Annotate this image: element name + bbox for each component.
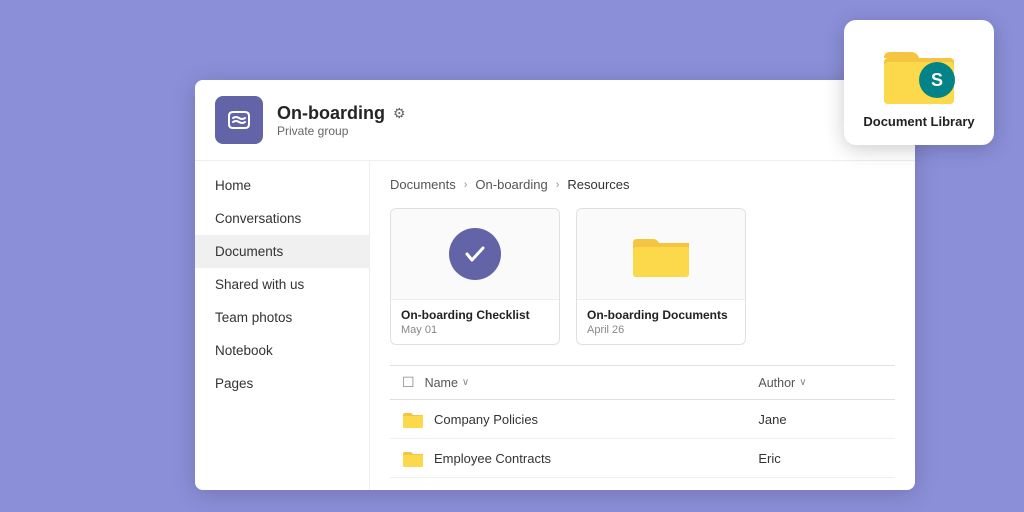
folder-icon-large bbox=[631, 229, 691, 279]
breadcrumb-resources: Resources bbox=[567, 177, 629, 192]
app-logo bbox=[215, 96, 263, 144]
app-title-group: On-boarding ⚙ Private group bbox=[277, 103, 406, 138]
app-window: On-boarding ⚙ Private group Home Convers… bbox=[195, 80, 915, 490]
file-name-cell: Company Policies bbox=[390, 400, 746, 439]
sidebar-item-documents[interactable]: Documents bbox=[195, 235, 369, 268]
checklist-icon bbox=[449, 228, 501, 280]
table-row[interactable]: Employee Contracts Eric bbox=[390, 439, 895, 478]
svg-text:S: S bbox=[931, 70, 943, 90]
file-name-3: Staff Directory bbox=[434, 490, 516, 491]
app-subtitle: Private group bbox=[277, 124, 406, 138]
doc-library-label: Document Library bbox=[863, 114, 974, 129]
settings-icon[interactable]: ⚙ bbox=[393, 105, 406, 122]
folder-icon-row-3 bbox=[402, 487, 424, 490]
card-preview-folder bbox=[577, 209, 745, 299]
breadcrumb-sep-2: › bbox=[556, 179, 560, 191]
col-header-author[interactable]: Author ∨ bbox=[746, 366, 895, 400]
file-author-3: Ursula bbox=[746, 478, 895, 491]
sidebar: Home Conversations Documents Shared with… bbox=[195, 161, 370, 490]
sidebar-item-home[interactable]: Home bbox=[195, 169, 369, 202]
sidebar-item-shared-with-us[interactable]: Shared with us bbox=[195, 268, 369, 301]
breadcrumb-onboarding[interactable]: On-boarding bbox=[475, 177, 547, 192]
file-list-header: ☐ Name ∨ Author ∨ bbox=[390, 366, 895, 400]
table-row[interactable]: Company Policies Jane bbox=[390, 400, 895, 439]
breadcrumb-documents[interactable]: Documents bbox=[390, 177, 456, 192]
card-onboarding-documents[interactable]: On-boarding Documents April 26 bbox=[576, 208, 746, 345]
cards-row: On-boarding Checklist May 01 On-boarding… bbox=[390, 208, 895, 345]
sidebar-item-pages[interactable]: Pages bbox=[195, 367, 369, 400]
card-title-folder: On-boarding Documents bbox=[587, 308, 735, 322]
card-date-checklist: May 01 bbox=[401, 324, 549, 336]
file-name-2: Employee Contracts bbox=[434, 451, 551, 466]
app-header: On-boarding ⚙ Private group bbox=[195, 80, 915, 161]
file-list: ☐ Name ∨ Author ∨ bbox=[390, 365, 895, 490]
folder-icon-row-1 bbox=[402, 409, 424, 429]
file-author-1: Jane bbox=[746, 400, 895, 439]
card-title-checklist: On-boarding Checklist bbox=[401, 308, 549, 322]
main-content: Documents › On-boarding › Resources bbox=[370, 161, 915, 490]
sidebar-item-team-photos[interactable]: Team photos bbox=[195, 301, 369, 334]
folder-icon-row-2 bbox=[402, 448, 424, 468]
file-author-2: Eric bbox=[746, 439, 895, 478]
doc-icon-header: ☐ bbox=[402, 374, 415, 391]
card-footer-folder: On-boarding Documents April 26 bbox=[577, 299, 745, 344]
app-body: Home Conversations Documents Shared with… bbox=[195, 161, 915, 490]
card-onboarding-checklist[interactable]: On-boarding Checklist May 01 bbox=[390, 208, 560, 345]
doc-library-card: S Document Library bbox=[844, 20, 994, 145]
file-list-body: Company Policies Jane bbox=[390, 400, 895, 491]
col-header-name[interactable]: ☐ Name ∨ bbox=[390, 366, 746, 400]
col-author-sort-icon: ∨ bbox=[799, 377, 806, 388]
sidebar-item-conversations[interactable]: Conversations bbox=[195, 202, 369, 235]
card-preview-checklist bbox=[391, 209, 559, 299]
breadcrumb: Documents › On-boarding › Resources bbox=[390, 177, 895, 192]
file-name-cell: Staff Directory bbox=[390, 478, 746, 491]
file-name-1: Company Policies bbox=[434, 412, 538, 427]
app-title-row: On-boarding ⚙ bbox=[277, 103, 406, 124]
col-author-label: Author bbox=[758, 376, 795, 390]
card-date-folder: April 26 bbox=[587, 324, 735, 336]
breadcrumb-sep-1: › bbox=[464, 179, 468, 191]
doc-library-icon: S bbox=[879, 36, 959, 106]
col-name-label: Name bbox=[425, 376, 458, 390]
app-title: On-boarding bbox=[277, 103, 385, 124]
card-footer-checklist: On-boarding Checklist May 01 bbox=[391, 299, 559, 344]
sidebar-item-notebook[interactable]: Notebook bbox=[195, 334, 369, 367]
col-name-sort-icon: ∨ bbox=[462, 377, 469, 388]
file-name-cell: Employee Contracts bbox=[390, 439, 746, 478]
table-row[interactable]: Staff Directory Ursula bbox=[390, 478, 895, 491]
